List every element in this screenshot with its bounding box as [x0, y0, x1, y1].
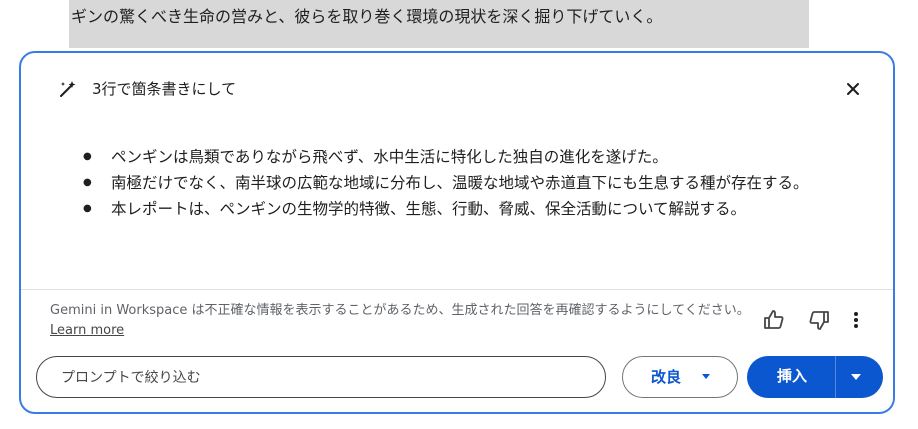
list-item: 南極だけでなく、南半球の広範な地域に分布し、温暖な地域や赤道直下にも生息する種が… — [83, 171, 843, 195]
learn-more-link[interactable]: Learn more — [50, 323, 124, 338]
thumb-down-icon[interactable] — [807, 308, 831, 332]
disclaimer: Gemini in Workspace は不正確な情報を表示することがあるため、… — [50, 301, 755, 341]
thumb-up-icon[interactable] — [762, 308, 786, 332]
panel-header: 3行で箇条書きにして — [21, 53, 893, 123]
caret-down-icon — [702, 374, 710, 379]
insert-dropdown-button[interactable] — [836, 356, 883, 398]
divider — [21, 289, 893, 290]
bullet-list: ペンギンは鳥類でありながら飛べず、水中生活に特化した独自の進化を遂げた。 南極だ… — [83, 145, 843, 221]
document-text: ギンの驚くべき生命の営みと、彼らを取り巻く環境の現状を深く掘り下げていく。 — [71, 7, 663, 26]
refine-button[interactable]: 改良 — [622, 356, 738, 398]
gemini-panel: 3行で箇条書きにして ペンギンは鳥類でありながら飛べず、水中生活に特化した独自の… — [19, 51, 895, 414]
insert-split-button: 挿入 — [747, 356, 883, 398]
close-icon[interactable] — [843, 79, 863, 99]
more-vert-icon[interactable] — [844, 308, 868, 332]
generated-content: ペンギンは鳥類でありながら飛べず、水中生活に特化した独自の進化を遂げた。 南極だ… — [83, 145, 843, 223]
magic-wand-icon — [60, 81, 76, 97]
insert-button[interactable]: 挿入 — [747, 356, 835, 398]
prompt-field[interactable] — [36, 356, 606, 399]
disclaimer-text: Gemini in Workspace は不正確な情報を表示することがあるため、… — [50, 303, 750, 318]
prompt-input[interactable] — [59, 357, 593, 399]
caret-down-icon — [851, 374, 861, 380]
insert-label: 挿入 — [777, 367, 808, 385]
list-item: 本レポートは、ペンギンの生物学的特徴、生態、行動、脅威、保全活動について解説する… — [83, 197, 843, 221]
panel-title: 3行で箇条書きにして — [92, 80, 237, 98]
list-item: ペンギンは鳥類でありながら飛べず、水中生活に特化した独自の進化を遂げた。 — [83, 145, 843, 169]
refine-label: 改良 — [651, 368, 682, 386]
